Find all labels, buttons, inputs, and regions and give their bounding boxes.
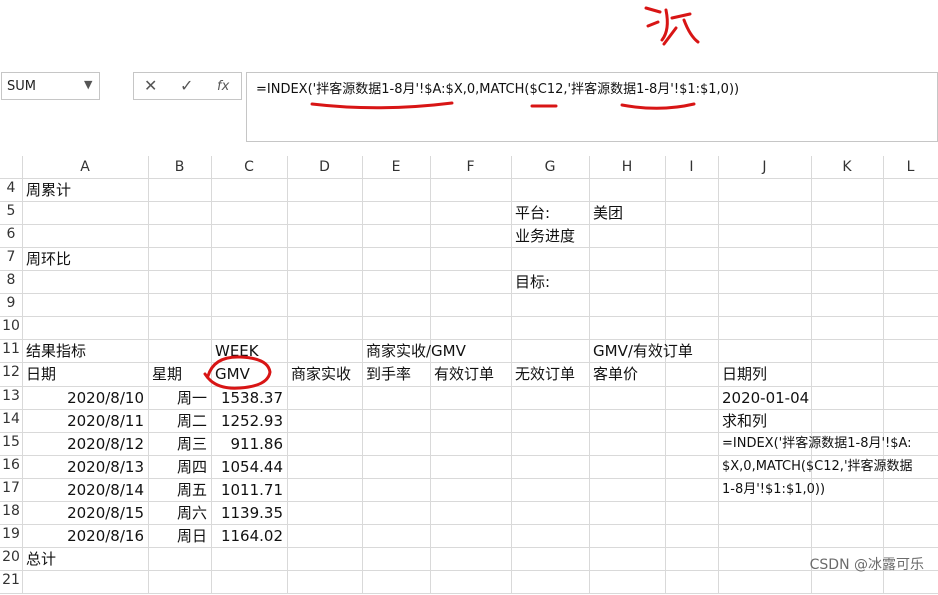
annotation-char-stroke xyxy=(644,6,700,46)
red-annotations xyxy=(203,6,700,390)
grid-hline xyxy=(0,593,938,595)
annotation-underline-3 xyxy=(620,102,696,110)
watermark: CSDN @冰露可乐 xyxy=(809,557,924,573)
annotation-underline-1 xyxy=(310,101,454,110)
annotation-circle-gmv xyxy=(203,355,272,390)
